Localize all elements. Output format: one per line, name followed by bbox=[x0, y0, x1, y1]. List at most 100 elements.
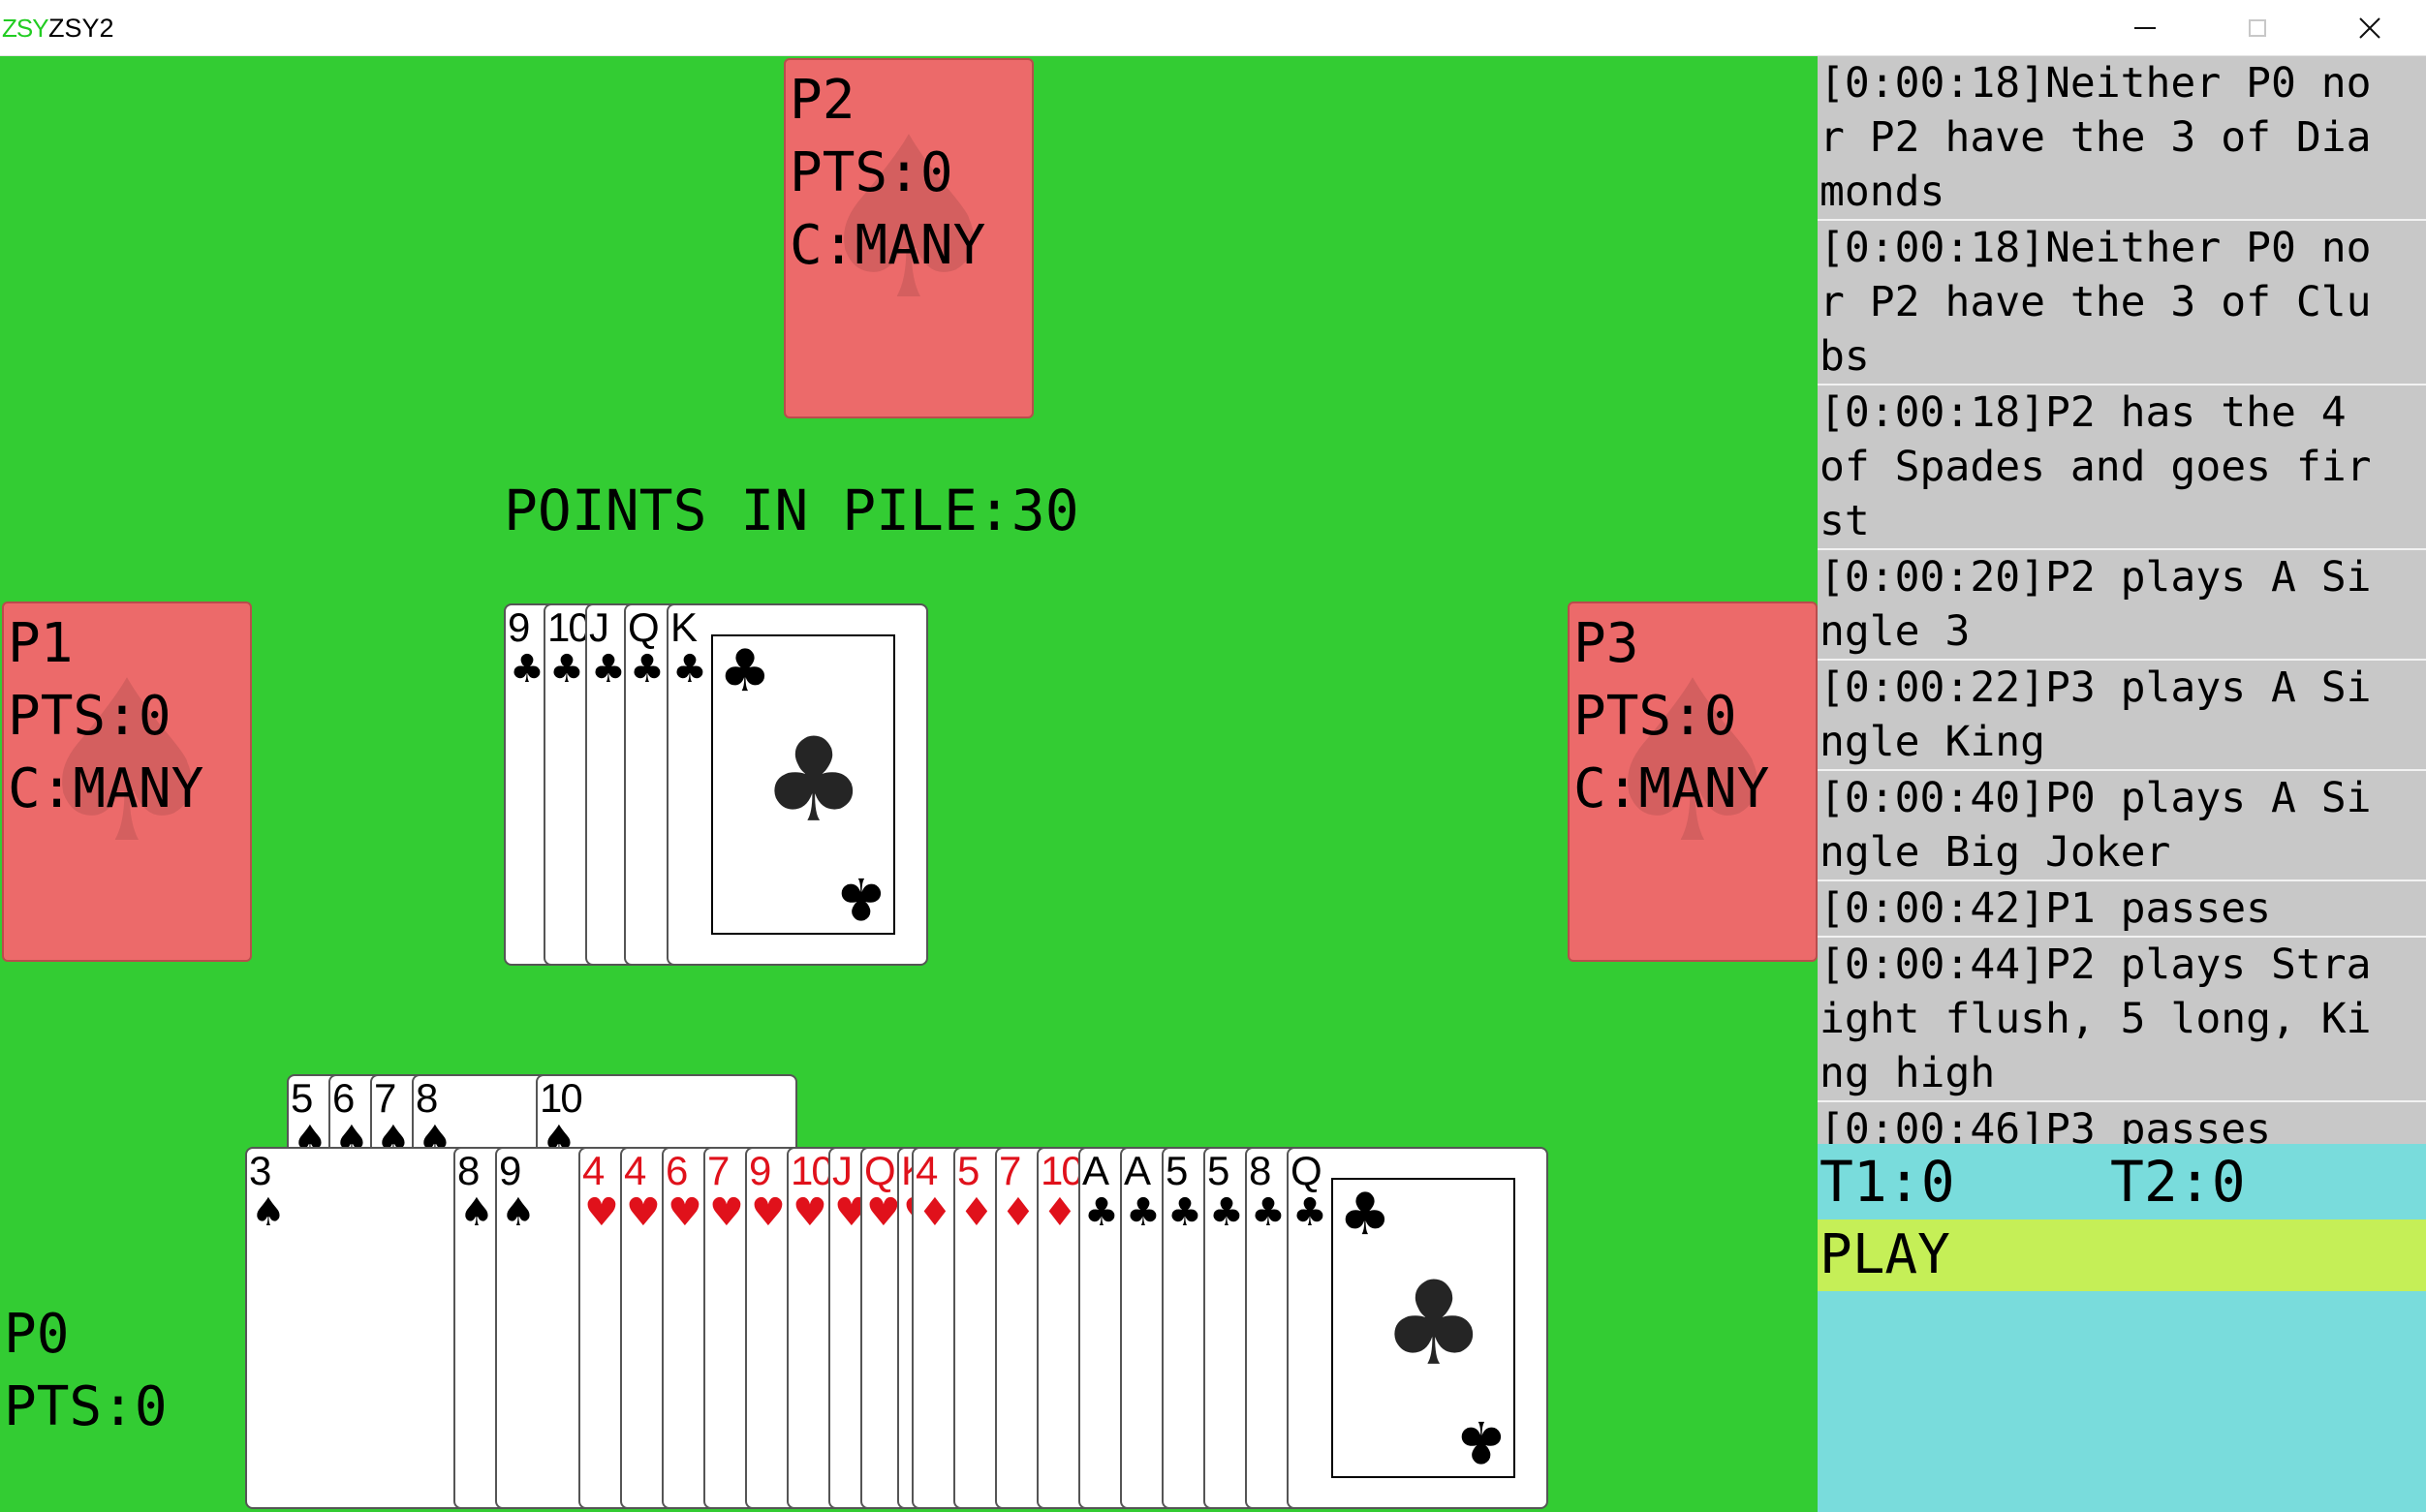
card-suit-icon: ♣ bbox=[1339, 1181, 1391, 1249]
game-table: ♠ P2 PTS:0 C:MANY ♠ P1 PTS:0 C:MANY ♠ P3… bbox=[0, 56, 1818, 1512]
log-entry: [0:00:40]P0 plays A Si ngle Big Joker bbox=[1818, 771, 2426, 881]
window-title: ZSY2 bbox=[48, 14, 114, 43]
card-suit-icon: ♠ bbox=[459, 1190, 494, 1235]
log-entry: [0:00:44]P2 plays Stra ight flush, 5 lon… bbox=[1818, 938, 2426, 1102]
card-suit-icon: ♥ bbox=[626, 1190, 661, 1235]
opponent-name: P2 bbox=[790, 69, 855, 132]
card-suit-icon: ♥ bbox=[866, 1190, 901, 1235]
card-suit-icon: ♣ bbox=[1292, 1190, 1327, 1235]
card-face-art: ♣ ♣ ♣ bbox=[711, 634, 895, 935]
opponent-points: PTS:0 bbox=[8, 685, 171, 748]
card-rank: 8 bbox=[457, 1148, 480, 1193]
card-rank: Q bbox=[628, 604, 660, 650]
card-rank: A bbox=[1082, 1148, 1109, 1193]
card-rank: 5 bbox=[1166, 1148, 1188, 1193]
opponent-points: PTS:0 bbox=[790, 141, 953, 204]
card-suit-icon: ♥ bbox=[751, 1190, 786, 1235]
card-suit-icon: ♣ bbox=[630, 647, 665, 692]
card-rank: 5 bbox=[957, 1148, 980, 1193]
card-rank: K bbox=[670, 604, 698, 650]
opponent-card-count: C:MANY bbox=[8, 757, 204, 820]
opponent-p1-card: ♠ P1 PTS:0 C:MANY bbox=[2, 602, 252, 962]
card-suit-icon: ♣ bbox=[1167, 1190, 1202, 1235]
card-suit-icon: ♣ bbox=[1126, 1190, 1161, 1235]
log-entry: [0:00:46]P3 passes bbox=[1818, 1102, 2426, 1144]
opponent-card-count: C:MANY bbox=[790, 214, 986, 277]
card-suit-icon: ♠ bbox=[501, 1190, 536, 1235]
maximize-button[interactable] bbox=[2201, 0, 2314, 56]
card-rank: 4 bbox=[916, 1148, 938, 1193]
team-scores: T1:0 T2:0 bbox=[1818, 1144, 2426, 1219]
opponent-name: P3 bbox=[1573, 612, 1639, 675]
log-entry: [0:00:42]P1 passes bbox=[1818, 881, 2426, 938]
card-rank: 10 bbox=[540, 1075, 583, 1121]
card-rank: 5 bbox=[1207, 1148, 1229, 1193]
card-suit-icon: ♥ bbox=[709, 1190, 744, 1235]
log-entry: [0:00:22]P3 plays A Si ngle King bbox=[1818, 661, 2426, 771]
playing-card: K ♣ ♣ ♣ ♣ bbox=[667, 603, 928, 966]
player-name: P0 bbox=[4, 1303, 70, 1366]
card-rank: 8 bbox=[416, 1075, 438, 1121]
card-rank: 9 bbox=[499, 1148, 521, 1193]
card-suit-icon: ♣ bbox=[510, 647, 544, 692]
log-entry: [0:00:18]Neither P0 no r P2 have the 3 o… bbox=[1818, 56, 2426, 221]
card-rank: 9 bbox=[508, 604, 530, 650]
log-entry: [0:00:20]P2 plays A Si ngle 3 bbox=[1818, 550, 2426, 661]
maximize-icon bbox=[2249, 19, 2266, 37]
card-suit-icon: ♣ bbox=[1209, 1190, 1244, 1235]
opponent-name: P1 bbox=[8, 612, 74, 675]
card-suit-icon: ♣ bbox=[1455, 1407, 1508, 1475]
card-rank: 7 bbox=[999, 1148, 1021, 1193]
card-suit-icon: ♦ bbox=[918, 1190, 952, 1235]
card-rank: 3 bbox=[249, 1148, 271, 1193]
card-rank: A bbox=[1124, 1148, 1151, 1193]
card-rank: 4 bbox=[582, 1148, 605, 1193]
pile-points-label: POINTS IN PILE:30 bbox=[504, 478, 1079, 543]
card-rank: 6 bbox=[332, 1075, 355, 1121]
card-face-art: ♣ ♣ ♣ bbox=[1331, 1178, 1515, 1478]
card-rank: 4 bbox=[624, 1148, 646, 1193]
card-suit-icon: ♠ bbox=[251, 1190, 286, 1235]
card-suit-icon: ♣ bbox=[1084, 1190, 1119, 1235]
app-logo: ZSY bbox=[2, 14, 49, 43]
minimize-button[interactable] bbox=[2089, 0, 2201, 56]
opponent-card-count: C:MANY bbox=[1573, 757, 1770, 820]
card-suit-icon: ♣ bbox=[1251, 1190, 1286, 1235]
card-suit-icon: ♣ bbox=[719, 637, 771, 705]
card-rank: 8 bbox=[1249, 1148, 1271, 1193]
team1-score: T1:0 bbox=[1820, 1149, 1955, 1215]
opponent-points: PTS:0 bbox=[1573, 685, 1737, 748]
card-suit-icon: ♥ bbox=[584, 1190, 619, 1235]
log-entry: [0:00:18]Neither P0 no r P2 have the 3 o… bbox=[1818, 221, 2426, 386]
card-rank: 7 bbox=[374, 1075, 396, 1121]
card-rank: 6 bbox=[666, 1148, 688, 1193]
card-rank: 10 bbox=[547, 604, 591, 650]
playing-card[interactable]: Q ♣ ♣ ♣ ♣ bbox=[1287, 1147, 1548, 1509]
card-suit-icon: ♦ bbox=[1001, 1190, 1036, 1235]
card-rank: Q bbox=[864, 1148, 896, 1193]
player-points: PTS:0 bbox=[4, 1375, 168, 1438]
opponent-p2-card: ♠ P2 PTS:0 C:MANY bbox=[784, 58, 1034, 418]
log-entry: [0:00:18]P2 has the 4 of Spades and goes… bbox=[1818, 386, 2426, 550]
card-suit-icon: ♦ bbox=[959, 1190, 994, 1235]
player-info: P0 PTS:0 bbox=[4, 1298, 168, 1443]
card-rank: 5 bbox=[291, 1075, 313, 1121]
card-rank: 10 bbox=[1041, 1148, 1084, 1193]
close-button[interactable] bbox=[2314, 0, 2426, 56]
card-rank: Q bbox=[1291, 1148, 1322, 1193]
card-rank: J bbox=[832, 1148, 853, 1193]
minimize-icon bbox=[2134, 27, 2156, 29]
game-log[interactable]: [0:00:18]Neither P0 no r P2 have the 3 o… bbox=[1818, 56, 2426, 1144]
title-bar: ZSY ZSY2 bbox=[0, 0, 2426, 56]
team2-score: T2:0 bbox=[2110, 1149, 2246, 1215]
card-suit-icon: ♣ bbox=[549, 647, 584, 692]
card-suit-icon: ♦ bbox=[1042, 1190, 1077, 1235]
card-rank: 10 bbox=[791, 1148, 834, 1193]
card-suit-icon: ♣ bbox=[835, 864, 887, 932]
play-button[interactable]: PLAY bbox=[1818, 1219, 2426, 1291]
card-rank: J bbox=[589, 604, 609, 650]
card-suit-icon: ♣ bbox=[591, 647, 626, 692]
card-suit-icon: ♥ bbox=[668, 1190, 702, 1235]
card-suit-icon: ♥ bbox=[793, 1190, 827, 1235]
opponent-p3-card: ♠ P3 PTS:0 C:MANY bbox=[1568, 602, 1818, 962]
